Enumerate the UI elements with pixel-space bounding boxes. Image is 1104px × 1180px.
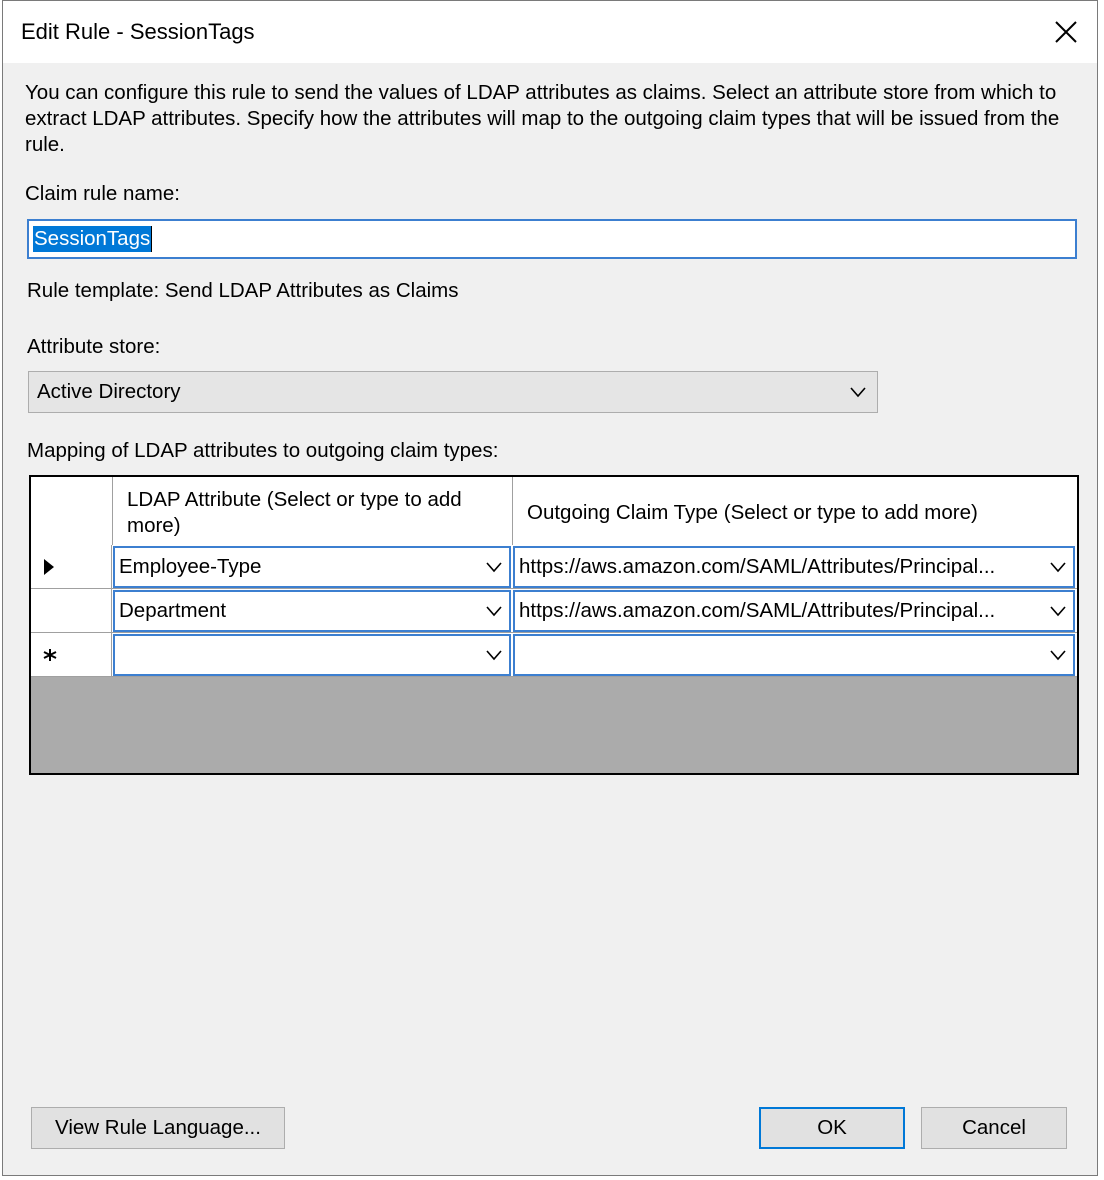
column-header-ldap-attribute[interactable]: LDAP Attribute (Select or type to add mo… <box>113 477 513 545</box>
chevron-down-icon <box>850 387 866 398</box>
claim-rule-name-input[interactable]: SessionTags <box>27 219 1077 259</box>
attribute-store-value: Active Directory <box>37 380 181 403</box>
rule-template-label: Rule template: Send LDAP Attributes as C… <box>27 279 459 302</box>
mapping-label: Mapping of LDAP attributes to outgoing c… <box>27 439 499 462</box>
outgoing-claim-type-cell[interactable] <box>513 634 1075 676</box>
claim-rule-name-value: SessionTags <box>33 226 152 252</box>
outgoing-claim-type-value: https://aws.amazon.com/SAML/Attributes/P… <box>519 555 996 578</box>
title-bar: Edit Rule - SessionTags <box>3 1 1097 63</box>
ldap-attribute-cell[interactable]: Department <box>113 590 511 632</box>
ldap-attribute-cell[interactable] <box>113 634 511 676</box>
grid-header: LDAP Attribute (Select or type to add mo… <box>31 477 1077 546</box>
ldap-attribute-value: Department <box>119 599 227 622</box>
column-header-outgoing-claim-type[interactable]: Outgoing Claim Type (Select or type to a… <box>513 477 1077 545</box>
row-header[interactable] <box>31 545 112 588</box>
new-row-icon <box>43 648 57 661</box>
edit-rule-dialog: Edit Rule - SessionTags You can configur… <box>2 0 1098 1176</box>
new-row[interactable] <box>31 633 1077 677</box>
row-header-corner <box>31 477 113 545</box>
chevron-down-icon <box>1050 606 1066 617</box>
outgoing-claim-type-value: https://aws.amazon.com/SAML/Attributes/P… <box>519 599 996 622</box>
window-title: Edit Rule - SessionTags <box>21 19 255 44</box>
attribute-store-label: Attribute store: <box>27 335 161 358</box>
rule-description: You can configure this rule to send the … <box>25 81 1060 156</box>
cancel-button[interactable]: Cancel <box>921 1107 1067 1149</box>
ldap-attribute-value: Employee-Type <box>119 555 262 578</box>
chevron-down-icon <box>486 650 502 661</box>
chevron-down-icon <box>486 606 502 617</box>
claim-rule-name-label: Claim rule name: <box>25 182 180 205</box>
mapping-grid: LDAP Attribute (Select or type to add mo… <box>29 475 1079 775</box>
row-selector-icon <box>44 558 54 575</box>
table-row[interactable]: Employee-Type https://aws.amazon.com/SAM… <box>31 545 1077 589</box>
view-rule-language-button[interactable]: View Rule Language... <box>31 1107 285 1149</box>
ok-button[interactable]: OK <box>759 1107 905 1149</box>
close-button[interactable] <box>1049 15 1083 49</box>
outgoing-claim-type-cell[interactable]: https://aws.amazon.com/SAML/Attributes/P… <box>513 590 1075 632</box>
attribute-store-select[interactable]: Active Directory <box>28 371 878 413</box>
ldap-attribute-cell[interactable]: Employee-Type <box>113 546 511 588</box>
chevron-down-icon <box>486 562 502 573</box>
table-row[interactable]: Department https://aws.amazon.com/SAML/A… <box>31 589 1077 633</box>
row-header[interactable] <box>31 633 112 676</box>
chevron-down-icon <box>1050 562 1066 573</box>
text-caret <box>151 226 153 252</box>
chevron-down-icon <box>1050 650 1066 661</box>
close-icon <box>1055 21 1077 43</box>
row-header[interactable] <box>31 589 112 632</box>
outgoing-claim-type-cell[interactable]: https://aws.amazon.com/SAML/Attributes/P… <box>513 546 1075 588</box>
